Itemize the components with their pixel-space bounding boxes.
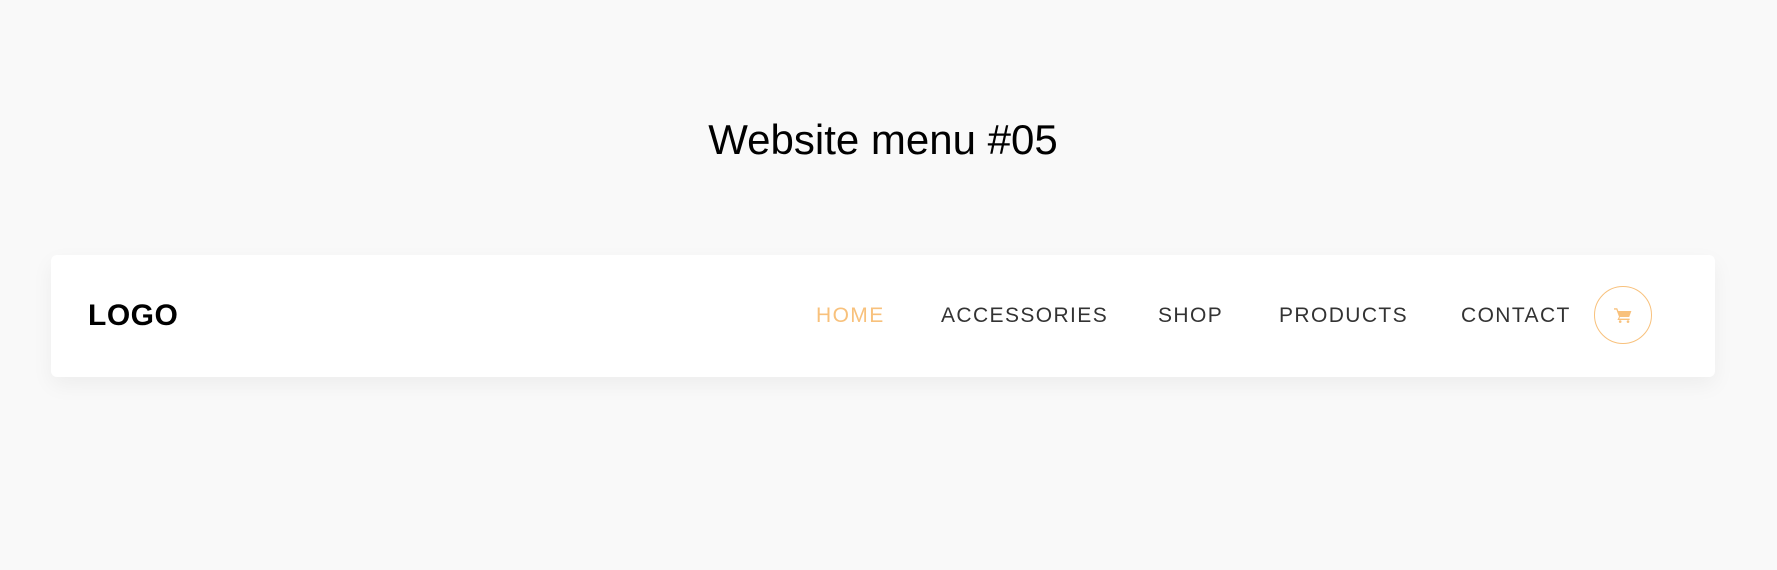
nav-item-home[interactable]: HOME <box>816 255 885 377</box>
nav-item-contact[interactable]: CONTACT <box>1461 255 1571 377</box>
shopping-cart-icon <box>1614 307 1632 323</box>
nav-item-accessories[interactable]: ACCESSORIES <box>941 255 1108 377</box>
logo[interactable]: LOGO <box>88 255 178 377</box>
page-title: Website menu #05 <box>708 116 1058 163</box>
nav-item-products[interactable]: PRODUCTS <box>1279 255 1408 377</box>
navbar: LOGO HOME ACCESSORIES SHOP PRODUCTS CONT… <box>51 255 1715 377</box>
nav-item-shop[interactable]: SHOP <box>1158 255 1223 377</box>
cart-button[interactable] <box>1594 286 1652 344</box>
